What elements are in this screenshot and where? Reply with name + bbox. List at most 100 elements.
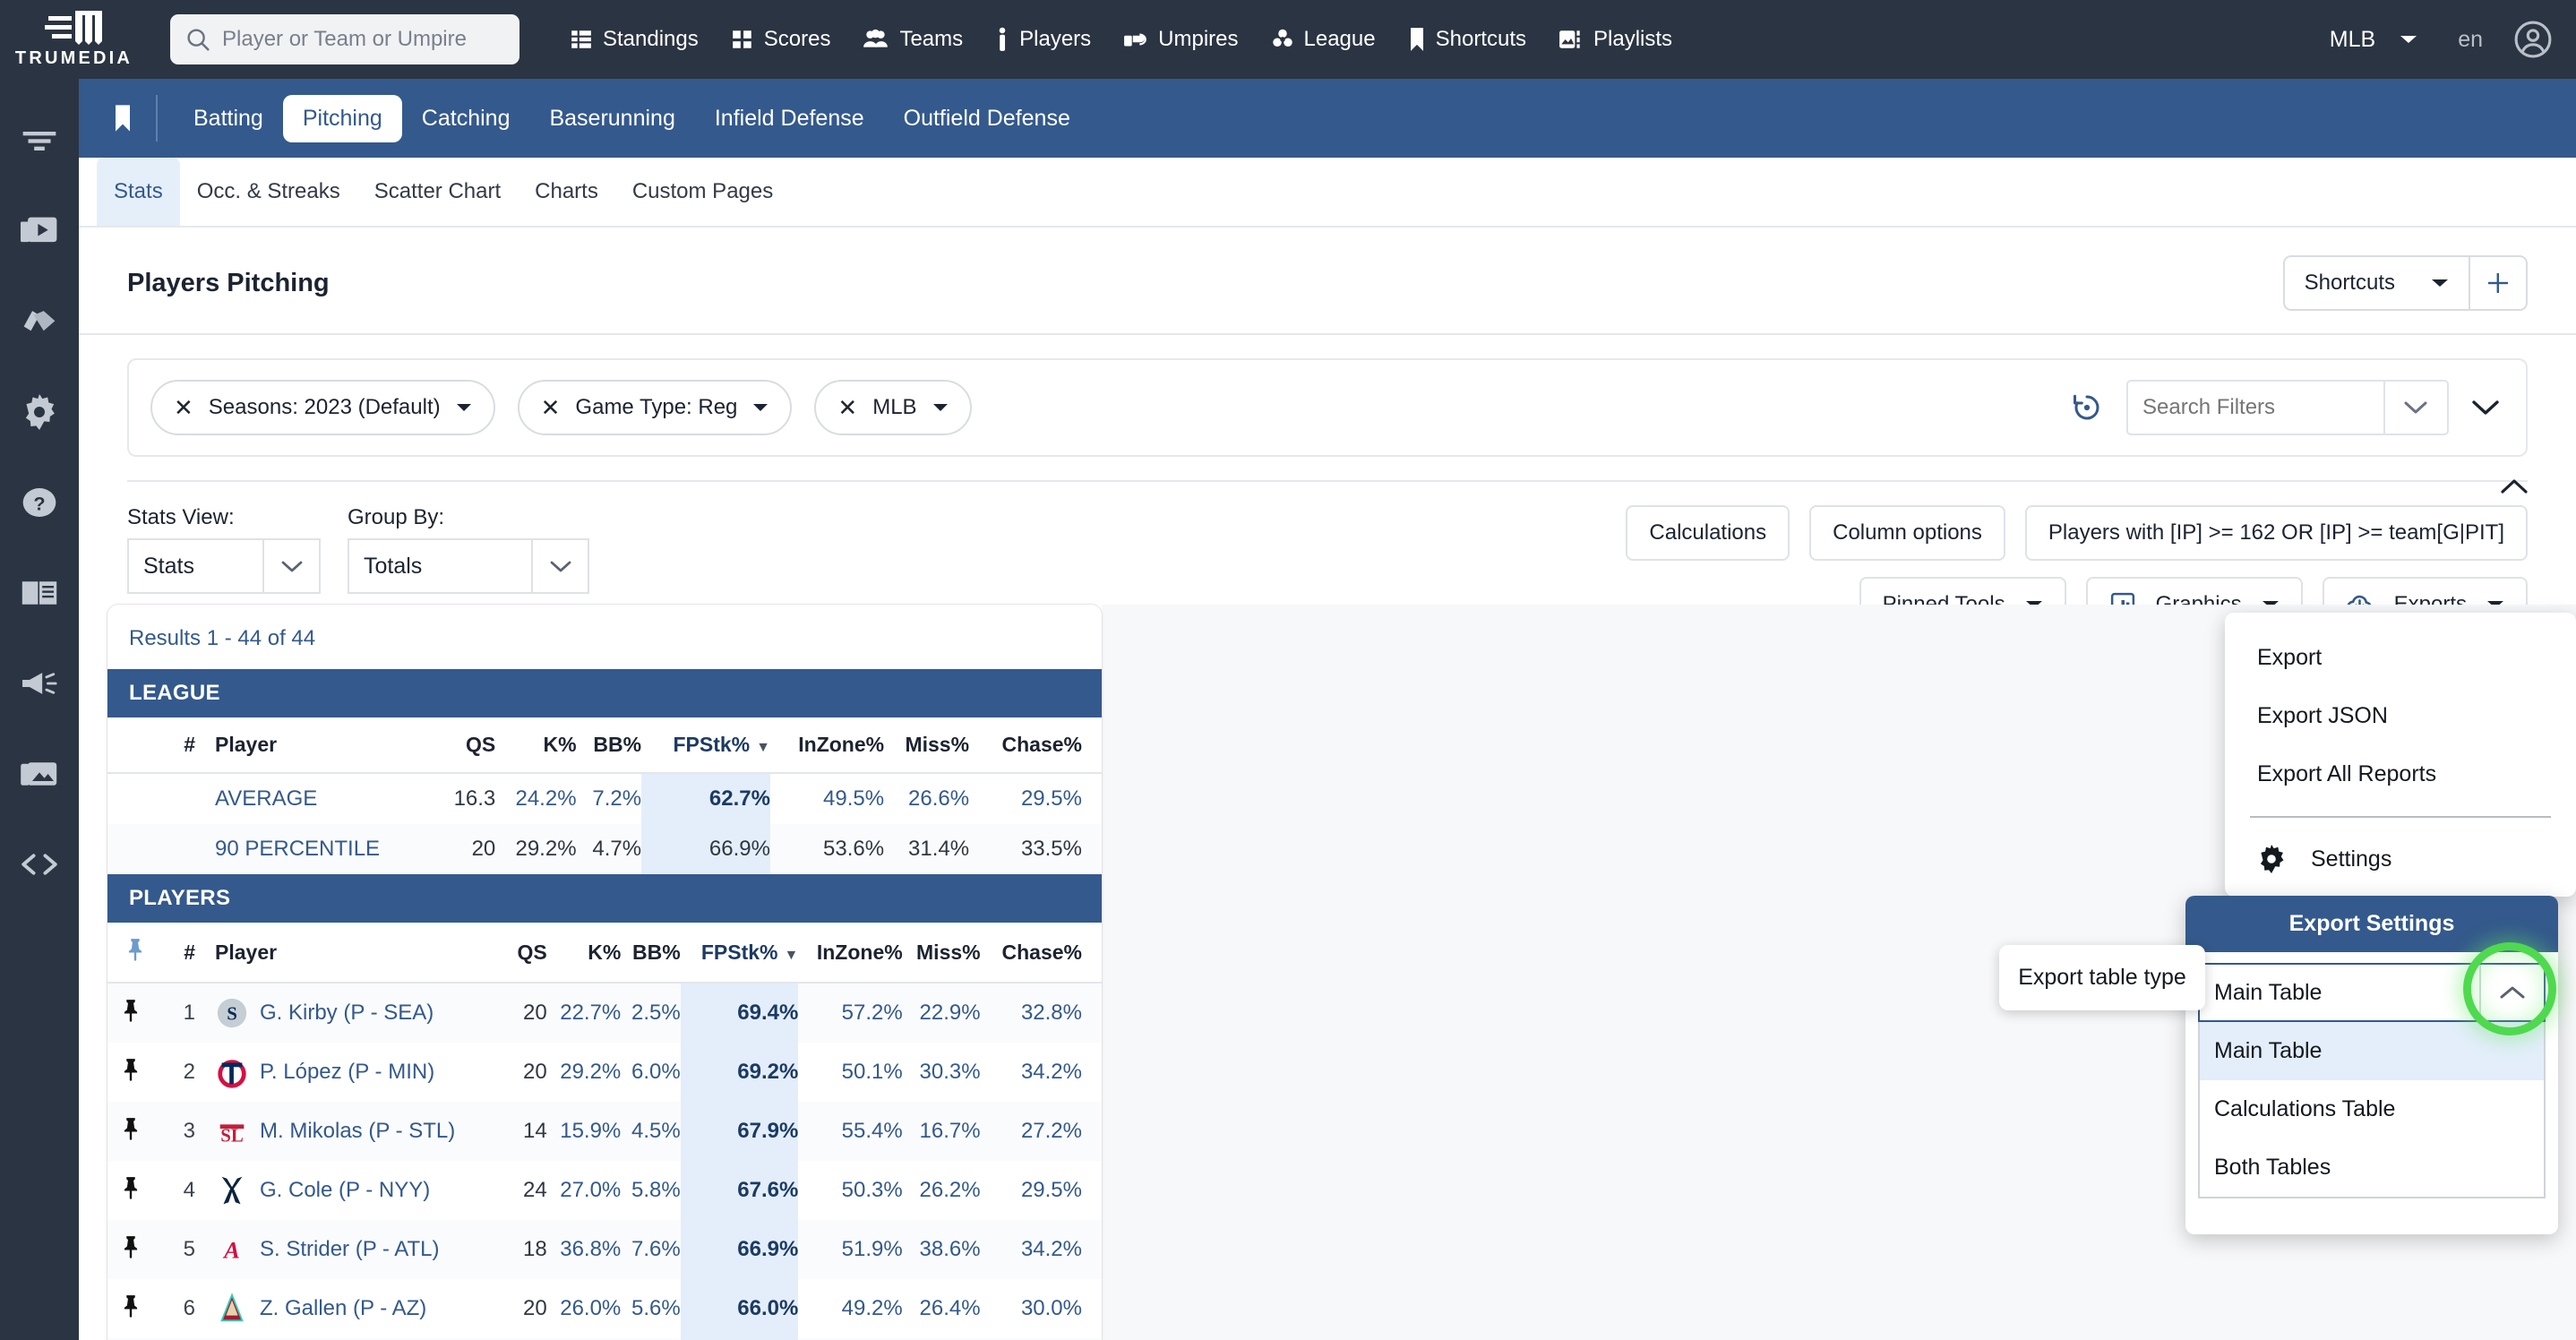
col-k[interactable]: K% xyxy=(547,923,622,983)
table-row[interactable]: 2P. López (P - MIN)2029.2%6.0%69.2%50.1%… xyxy=(107,1043,1102,1102)
filter-chip-seasons[interactable]: ✕ Seasons: 2023 (Default) xyxy=(150,380,495,435)
add-shortcut-button[interactable] xyxy=(2470,255,2528,311)
export-table-type-select[interactable]: Main Table xyxy=(2198,963,2546,1022)
nav-link-standings[interactable]: Standings xyxy=(554,0,715,79)
cell-player[interactable]: SG. Kirby (P - SEA) xyxy=(195,983,511,1043)
tab-scatter-chart[interactable]: Scatter Chart xyxy=(357,158,518,226)
rail-item-help[interactable]: ? xyxy=(0,457,79,547)
sport-tab-catching[interactable]: Catching xyxy=(402,95,530,142)
column-options-button[interactable]: Column options xyxy=(1809,505,2005,561)
nav-link-league[interactable]: League xyxy=(1255,0,1392,79)
player-qualifier-button[interactable]: Players with [IP] >= 162 OR [IP] >= team… xyxy=(2025,505,2528,561)
nav-link-players[interactable]: Players xyxy=(979,0,1107,79)
cell-player[interactable]: P. López (P - MIN) xyxy=(195,1043,511,1102)
search-filters-caret[interactable] xyxy=(2385,400,2447,415)
cell-pin[interactable] xyxy=(107,1220,154,1279)
menu-item-export-all-reports[interactable]: Export All Reports xyxy=(2225,745,2576,803)
option-main-table[interactable]: Main Table xyxy=(2200,1022,2544,1080)
menu-item-export-json[interactable]: Export JSON xyxy=(2225,687,2576,745)
rail-item-video[interactable] xyxy=(0,185,79,276)
col-miss[interactable]: Miss% xyxy=(903,923,981,983)
cell-pin[interactable] xyxy=(107,983,154,1043)
col-bb[interactable]: BB% xyxy=(621,923,680,983)
stats-view-select[interactable]: Stats xyxy=(127,538,321,594)
nav-link-umpires[interactable]: Umpires xyxy=(1107,0,1254,79)
col-player[interactable]: Player xyxy=(195,923,511,983)
table-row[interactable]: AVERAGE 16.3 24.2% 7.2% 62.7% 49.5% 26.6… xyxy=(107,773,1102,824)
global-search[interactable] xyxy=(170,14,519,64)
col-inzone[interactable]: InZone% xyxy=(798,923,902,983)
league-selector[interactable]: MLB xyxy=(2314,27,2434,53)
nav-link-teams[interactable]: Teams xyxy=(846,0,979,79)
rail-item-announcements[interactable] xyxy=(0,638,79,728)
col-player[interactable]: Player xyxy=(195,717,440,773)
search-filters-input[interactable] xyxy=(2128,395,2383,420)
cell-pin[interactable] xyxy=(107,1161,154,1220)
table-row[interactable]: 6Z. Gallen (P - AZ)2026.0%5.6%66.0%49.2%… xyxy=(107,1279,1102,1338)
nav-link-playlists[interactable]: Playlists xyxy=(1542,0,1688,79)
tab-charts[interactable]: Charts xyxy=(518,158,615,226)
col-miss[interactable]: Miss% xyxy=(884,717,969,773)
nav-link-scores[interactable]: Scores xyxy=(715,0,847,79)
cell-player[interactable]: Z. Gallen (P - AZ) xyxy=(195,1279,511,1338)
tab-occ-streaks[interactable]: Occ. & Streaks xyxy=(180,158,357,226)
close-icon[interactable]: ✕ xyxy=(174,396,193,419)
global-search-input[interactable] xyxy=(222,27,491,52)
group-by-select[interactable]: Totals xyxy=(348,538,589,594)
cell-pin[interactable] xyxy=(107,1102,154,1161)
col-chase[interactable]: Chase% xyxy=(981,923,1102,983)
table-row[interactable]: 90 PERCENTILE 20 29.2% 4.7% 66.9% 53.6% … xyxy=(107,824,1102,874)
col-qs[interactable]: QS xyxy=(511,923,546,983)
col-rank[interactable]: # xyxy=(154,923,195,983)
sport-tab-infield-defense[interactable]: Infield Defense xyxy=(695,95,884,142)
tab-custom-pages[interactable]: Custom Pages xyxy=(615,158,790,226)
table-row[interactable]: 4G. Cole (P - NYY)2427.0%5.8%67.6%50.3%2… xyxy=(107,1161,1102,1220)
menu-item-export[interactable]: Export xyxy=(2225,629,2576,687)
table-row[interactable]: 5AS. Strider (P - ATL)1836.8%7.6%66.9%51… xyxy=(107,1220,1102,1279)
rail-item-settings[interactable] xyxy=(0,366,79,457)
col-qs[interactable]: QS xyxy=(440,717,495,773)
col-bb[interactable]: BB% xyxy=(577,717,642,773)
nav-link-shortcuts[interactable]: Shortcuts xyxy=(1392,0,1542,79)
col-rank[interactable]: # xyxy=(154,717,195,773)
filter-chip-game-type[interactable]: ✕ Game Type: Reg xyxy=(518,380,793,435)
sport-tab-outfield-defense[interactable]: Outfield Defense xyxy=(884,95,1090,142)
cell-player[interactable]: SLM. Mikolas (P - STL) xyxy=(195,1102,511,1161)
cell-pin[interactable] xyxy=(107,1043,154,1102)
col-fpstk[interactable]: FPStk%▼ xyxy=(681,923,799,983)
menu-item-settings[interactable]: Settings xyxy=(2225,830,2576,882)
table-row[interactable]: 1SG. Kirby (P - SEA)2022.7%2.5%69.4%57.2… xyxy=(107,983,1102,1043)
col-inzone[interactable]: InZone% xyxy=(770,717,884,773)
bookmark-button[interactable] xyxy=(99,104,147,133)
tab-stats[interactable]: Stats xyxy=(97,158,180,226)
shortcuts-button[interactable]: Shortcuts xyxy=(2283,255,2470,311)
cell-pin[interactable] xyxy=(107,1279,154,1338)
search-filters[interactable] xyxy=(2126,380,2449,435)
rail-item-code[interactable] xyxy=(0,819,79,909)
avatar[interactable] xyxy=(2506,20,2553,59)
close-icon[interactable]: ✕ xyxy=(541,396,561,419)
col-fpstk[interactable]: FPStk%▼ xyxy=(641,717,770,773)
cell-player[interactable]: G. Cole (P - NYY) xyxy=(195,1161,511,1220)
expand-filters-button[interactable] xyxy=(2472,399,2504,416)
sport-tab-batting[interactable]: Batting xyxy=(174,95,283,142)
rail-item-book[interactable] xyxy=(0,547,79,638)
close-icon[interactable]: ✕ xyxy=(837,396,857,419)
table-row[interactable]: 3SLM. Mikolas (P - STL)1415.9%4.5%67.9%5… xyxy=(107,1102,1102,1161)
rail-item-layers[interactable] xyxy=(0,276,79,366)
export-table-type-caret[interactable] xyxy=(2479,965,2544,1020)
calculations-button[interactable]: Calculations xyxy=(1626,505,1790,561)
language-selector[interactable]: en xyxy=(2434,27,2506,53)
col-chase[interactable]: Chase% xyxy=(969,717,1102,773)
rail-item-images[interactable] xyxy=(0,728,79,819)
rail-item-filter[interactable] xyxy=(0,95,79,185)
cell-player[interactable]: AS. Strider (P - ATL) xyxy=(195,1220,511,1279)
col-pin[interactable] xyxy=(107,923,154,983)
brand-logo[interactable]: TRUMEDIA xyxy=(0,11,148,69)
option-both-tables[interactable]: Both Tables xyxy=(2200,1138,2544,1197)
col-k[interactable]: K% xyxy=(495,717,576,773)
sport-tab-baserunning[interactable]: Baserunning xyxy=(529,95,694,142)
filter-chip-mlb[interactable]: ✕ MLB xyxy=(814,380,971,435)
collapse-options-button[interactable] xyxy=(2501,478,2528,499)
sport-tab-pitching[interactable]: Pitching xyxy=(283,95,402,142)
